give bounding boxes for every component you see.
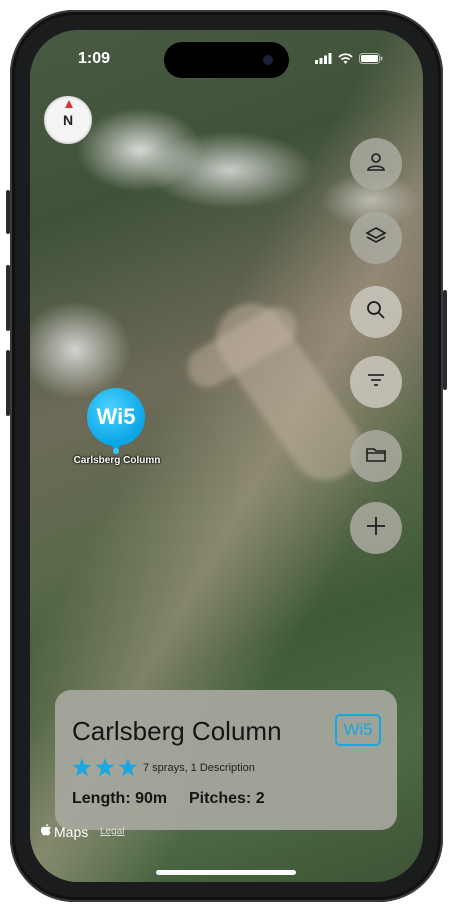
star-rating [72, 758, 138, 782]
status-time: 1:09 [78, 50, 111, 67]
power-button [443, 290, 447, 390]
home-indicator[interactable] [156, 870, 296, 875]
apple-icon [40, 823, 52, 840]
pin-location-dot [113, 448, 119, 454]
star-icon [95, 758, 115, 782]
person-icon [365, 151, 387, 178]
sprays-count: 7 sprays, 1 Description [143, 762, 255, 774]
route-card[interactable]: Carlsberg Column Wi5 7 sprays, 1 Descrip… [55, 690, 397, 830]
dynamic-island [164, 42, 289, 78]
route-title: Carlsberg Column [72, 716, 282, 746]
search-icon [365, 299, 387, 326]
star-icon [118, 758, 138, 782]
grade-badge: Wi5 [335, 714, 381, 746]
layers-button[interactable] [350, 212, 402, 264]
route-map-pin[interactable]: Wi5 [87, 388, 145, 446]
legal-link[interactable]: Legal [100, 826, 124, 837]
route-pitches: Pitches: 2 [189, 790, 265, 807]
pin-grade: Wi5 [96, 404, 136, 429]
volume-up-button [6, 265, 10, 331]
wifi-icon [338, 51, 353, 69]
volume-down-button [6, 350, 10, 416]
search-button[interactable] [350, 286, 402, 338]
signal-icon [315, 51, 332, 69]
compass-label: N [62, 112, 74, 128]
layers-icon [365, 225, 387, 252]
profile-button[interactable] [350, 138, 402, 190]
filter-button[interactable] [350, 356, 402, 408]
route-length: Length: 90m [72, 790, 168, 807]
star-icon [72, 758, 92, 782]
filter-icon [365, 369, 387, 396]
compass-needle-icon [65, 100, 73, 108]
plus-icon [364, 514, 388, 543]
folder-button[interactable] [350, 430, 402, 482]
map-view[interactable]: 1:09 N Wi5 Carlsberg Column Carlsberg Co… [30, 30, 423, 882]
compass-button[interactable]: N [44, 96, 92, 144]
action-button [6, 190, 10, 234]
add-button[interactable] [350, 502, 402, 554]
battery-icon [359, 51, 383, 69]
folder-icon [365, 443, 387, 470]
apple-maps-logo: Maps [40, 823, 88, 840]
maps-text: Maps [54, 823, 89, 840]
pin-label: Carlsberg Column [73, 455, 161, 466]
status-icons [315, 51, 383, 69]
